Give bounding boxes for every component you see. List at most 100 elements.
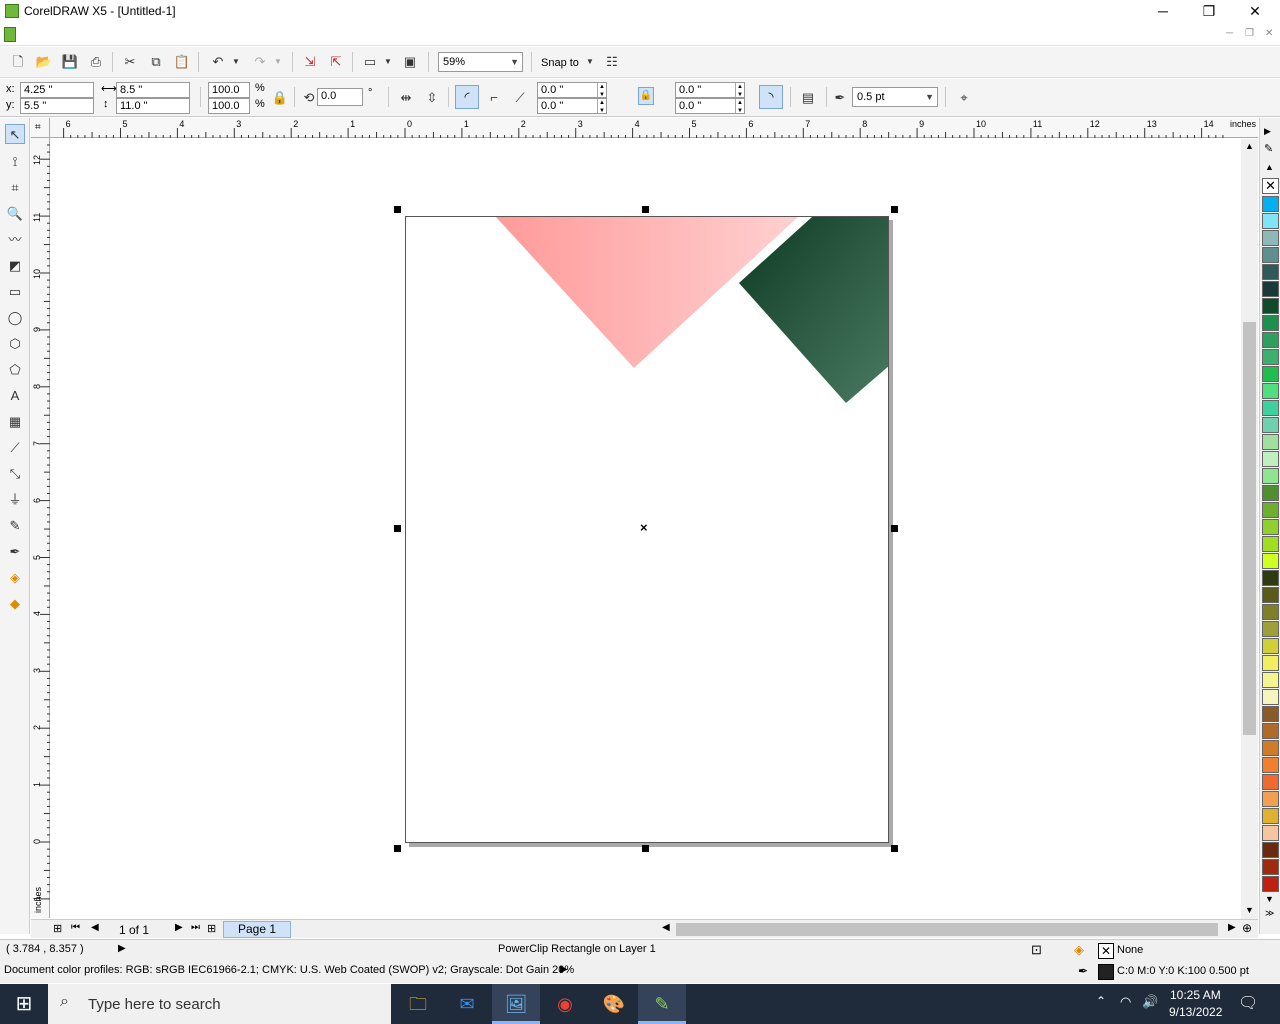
color-swatch[interactable] <box>1262 638 1279 654</box>
snap-to-button[interactable]: Snap to <box>541 57 579 69</box>
round-corner-icon[interactable]: ◜ <box>455 85 479 109</box>
outline-swatch[interactable] <box>1098 964 1114 980</box>
height-field[interactable]: 11.0 " <box>116 98 190 114</box>
minimize-button[interactable]: ─ <box>1140 0 1186 24</box>
selection-handle-top[interactable] <box>642 206 649 213</box>
shape-tool-icon[interactable]: ⟟ <box>5 152 25 172</box>
welcome-screen-icon[interactable]: ▣ <box>400 52 420 72</box>
status-expand-icon[interactable]: ▶ <box>118 943 126 954</box>
color-swatch[interactable] <box>1262 723 1279 739</box>
outline-width-combo[interactable]: 0.5 pt ▼ <box>852 87 938 107</box>
tab-page-1[interactable]: Page 1 <box>223 921 291 938</box>
palette-expand-icon[interactable]: ≫ <box>1265 908 1274 919</box>
color-swatch[interactable] <box>1262 842 1279 858</box>
color-swatch[interactable] <box>1262 383 1279 399</box>
scroll-left-icon[interactable]: ◀ <box>662 922 670 933</box>
add-page-before-icon[interactable]: ⊞ <box>53 922 62 935</box>
color-swatch[interactable] <box>1262 553 1279 569</box>
color-swatch[interactable] <box>1262 672 1279 688</box>
freehand-tool-icon[interactable]: 〰 <box>5 230 25 250</box>
color-management-icon[interactable]: ⊡ <box>1031 942 1042 958</box>
undo-dropdown-icon[interactable]: ▼ <box>230 52 242 72</box>
clock-time[interactable]: 10:25 AM <box>1170 988 1221 1002</box>
undo-icon[interactable]: ↶ <box>208 52 228 72</box>
application-launcher-icon[interactable]: ▭ <box>360 52 380 72</box>
restore-button[interactable]: ❐ <box>1186 0 1232 24</box>
network-icon[interactable]: ◠ <box>1120 994 1131 1010</box>
rotate-icon[interactable]: ⟲ <box>299 88 319 108</box>
document-icon[interactable] <box>4 27 16 42</box>
fill-tool-icon[interactable]: ◈ <box>5 568 25 588</box>
convert-to-curves-icon[interactable]: ⌖ <box>954 88 974 108</box>
interactive-fill-tool-icon[interactable]: ◆ <box>5 594 25 614</box>
color-swatch[interactable] <box>1262 621 1279 637</box>
color-swatch[interactable] <box>1262 808 1279 824</box>
selection-handle-bottom[interactable] <box>642 845 649 852</box>
taskbar-search-box[interactable]: ⌕ Type here to search <box>48 984 391 1024</box>
chamfered-corner-icon[interactable]: ⟋ <box>510 88 530 108</box>
photos-icon[interactable]: 🖼 <box>492 984 540 1024</box>
color-swatch[interactable] <box>1262 349 1279 365</box>
horizontal-scrollbar-thumb[interactable] <box>676 923 1218 936</box>
color-swatch[interactable] <box>1262 536 1279 552</box>
palette-eyedropper-icon[interactable]: ✎ <box>1264 142 1273 155</box>
table-tool-icon[interactable]: ▦ <box>5 412 25 432</box>
chrome-icon[interactable]: ◉ <box>541 984 589 1024</box>
color-swatch[interactable] <box>1262 604 1279 620</box>
color-swatch[interactable] <box>1262 519 1279 535</box>
color-swatch[interactable] <box>1262 485 1279 501</box>
x-position-field[interactable]: 4.25 " <box>20 82 94 98</box>
color-swatch[interactable] <box>1262 791 1279 807</box>
save-icon[interactable]: 💾 <box>60 52 80 72</box>
outline-tool-icon[interactable]: ✒ <box>5 542 25 562</box>
color-swatch[interactable] <box>1262 400 1279 416</box>
rectangle-tool-icon[interactable]: ▭ <box>5 282 25 302</box>
scroll-right-icon[interactable]: ▶ <box>1228 922 1236 933</box>
zoom-tool-icon[interactable]: 🔍 <box>5 204 25 224</box>
close-button[interactable]: ✕ <box>1232 0 1278 24</box>
scale-corners-icon[interactable]: ◝ <box>759 85 783 109</box>
first-page-icon[interactable]: ⏮ <box>71 922 80 933</box>
doc-minimize-button[interactable]: ─ <box>1226 28 1233 39</box>
new-document-icon[interactable]: 🗋 <box>8 52 28 72</box>
mail-icon[interactable]: ✉ <box>443 984 491 1024</box>
file-explorer-icon[interactable]: 🗀 <box>394 984 442 1024</box>
color-swatch[interactable] <box>1262 876 1279 892</box>
palette-scroll-up-icon[interactable]: ▲ <box>1265 162 1274 172</box>
navigator-icon[interactable]: ⊕ <box>1242 921 1252 935</box>
print-icon[interactable]: ⎙ <box>86 52 106 72</box>
basic-shapes-tool-icon[interactable]: ⬠ <box>5 360 25 380</box>
spinner-icon[interactable]: ▲ ▼ <box>597 99 606 114</box>
doc-close-button[interactable]: ✕ <box>1265 28 1273 39</box>
color-swatch[interactable] <box>1262 859 1279 875</box>
scalloped-corner-icon[interactable]: ⌐ <box>484 88 504 108</box>
paste-icon[interactable]: 📋 <box>172 52 192 72</box>
connector-tool-icon[interactable]: ⤡ <box>5 464 25 484</box>
last-page-icon[interactable]: ⏭ <box>191 922 200 933</box>
scale-y-field[interactable]: 100.0 <box>208 98 250 114</box>
color-swatch[interactable] <box>1262 451 1279 467</box>
next-page-icon[interactable]: ▶ <box>175 922 183 933</box>
text-tool-icon[interactable]: A <box>5 386 25 406</box>
scale-x-field[interactable]: 100.0 <box>208 82 250 98</box>
redo-dropdown-icon[interactable]: ▼ <box>272 52 284 72</box>
color-swatch[interactable] <box>1262 332 1279 348</box>
eyedropper-tool-icon[interactable]: ✎ <box>5 516 25 536</box>
coreldraw-taskbar-icon[interactable]: ✎ <box>638 984 686 1024</box>
vertical-scrollbar-thumb[interactable] <box>1243 322 1256 735</box>
palette-flyout-icon[interactable]: ▶ <box>1264 126 1271 137</box>
spinner-icon[interactable]: ▲ ▼ <box>735 99 744 114</box>
volume-icon[interactable]: 🔊 <box>1142 994 1158 1010</box>
import-icon[interactable]: ⇲ <box>300 52 320 72</box>
clock-date[interactable]: 9/13/2022 <box>1169 1005 1222 1019</box>
snap-to-dropdown-icon[interactable]: ▼ <box>584 52 596 72</box>
show-hidden-icons-icon[interactable]: ⌃ <box>1096 994 1106 1008</box>
profiles-expand-icon[interactable]: ▶ <box>560 964 568 975</box>
export-icon[interactable]: ⇱ <box>326 52 346 72</box>
color-swatch[interactable] <box>1262 298 1279 314</box>
color-swatch[interactable] <box>1262 417 1279 433</box>
lock-ratio-icon[interactable]: 🔒 <box>270 88 290 108</box>
color-swatch[interactable] <box>1262 825 1279 841</box>
fill-swatch-none-icon[interactable]: ✕ <box>1098 943 1114 959</box>
color-swatch[interactable] <box>1262 434 1279 450</box>
